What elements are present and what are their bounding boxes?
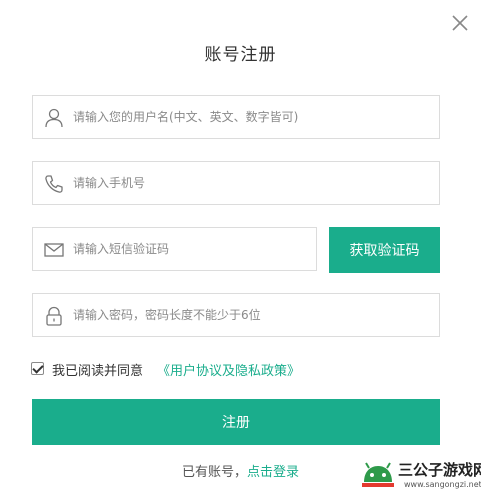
username-input[interactable] bbox=[73, 96, 429, 138]
agreement-link[interactable]: 《用户协议及隐私政策》 bbox=[157, 360, 300, 379]
agree-text: 我已阅读并同意 bbox=[52, 364, 144, 379]
watermark-url: www.sangongzi.net bbox=[404, 480, 481, 489]
mail-icon bbox=[44, 243, 64, 257]
login-link[interactable]: 点击登录 bbox=[247, 465, 299, 480]
get-code-button[interactable]: 获取验证码 bbox=[329, 227, 440, 273]
dialog-title: 账号注册 bbox=[204, 45, 277, 65]
agree-checkbox[interactable] bbox=[31, 362, 44, 375]
phone-icon bbox=[45, 175, 63, 193]
phone-input[interactable] bbox=[73, 162, 429, 204]
watermark-name: 三公子游戏网 bbox=[398, 461, 481, 479]
sms-code-input[interactable] bbox=[73, 228, 306, 270]
android-logo-icon bbox=[362, 462, 394, 487]
close-icon[interactable] bbox=[449, 12, 471, 34]
lock-icon bbox=[46, 306, 62, 326]
register-button[interactable]: 注册 bbox=[32, 399, 440, 445]
sms-code-field[interactable] bbox=[32, 227, 317, 271]
password-input[interactable] bbox=[73, 294, 429, 336]
user-icon bbox=[45, 108, 63, 128]
phone-field[interactable] bbox=[32, 161, 440, 205]
has-account-text: 已有账号， bbox=[181, 465, 247, 480]
username-field[interactable] bbox=[32, 95, 440, 139]
password-field[interactable] bbox=[32, 293, 440, 337]
watermark: 三公子游戏网 www.sangongzi.net bbox=[356, 455, 481, 496]
